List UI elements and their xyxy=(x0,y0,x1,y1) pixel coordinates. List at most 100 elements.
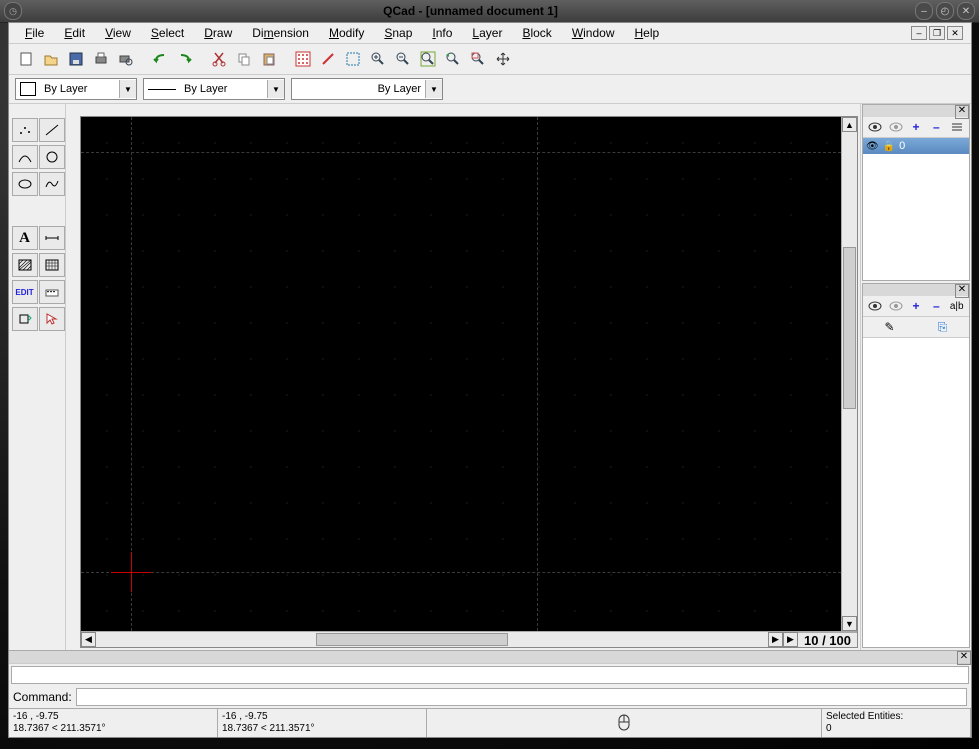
tool-block-create[interactable] xyxy=(12,307,38,331)
tool-circles[interactable] xyxy=(39,145,65,169)
layer-panel: ✕ + – 👁 🔒 0 xyxy=(862,104,970,281)
menu-view[interactable]: View xyxy=(97,24,139,42)
layer-remove-button[interactable]: – xyxy=(929,120,944,135)
redo-button[interactable] xyxy=(174,48,196,70)
block-remove-button[interactable]: – xyxy=(929,299,944,314)
tool-lines[interactable] xyxy=(39,118,65,142)
menu-help[interactable]: Help xyxy=(627,24,668,42)
block-insert-button[interactable]: ⎘ xyxy=(935,320,950,335)
status-rel-coords: -16 , -9.75 18.7367 < 211.3571° xyxy=(218,709,427,737)
drawing-canvas[interactable] xyxy=(81,117,841,631)
linetype-combo-label: By Layer xyxy=(292,83,425,95)
layer-edit-button[interactable] xyxy=(949,120,964,135)
menu-select[interactable]: Select xyxy=(143,24,192,42)
linetype-combo[interactable]: By Layer ▼ xyxy=(291,78,443,100)
scroll-left-button[interactable]: ◀ xyxy=(81,632,96,647)
minimize-button[interactable]: – xyxy=(915,2,933,20)
print-preview-button[interactable] xyxy=(115,48,137,70)
zoom-in-button[interactable] xyxy=(367,48,389,70)
layer-show-all-button[interactable] xyxy=(868,120,883,135)
grid-line xyxy=(131,117,132,631)
block-hide-all-button[interactable] xyxy=(888,299,903,314)
system-menu-icon[interactable]: ◷ xyxy=(4,2,22,20)
scroll-down-button[interactable]: ▼ xyxy=(842,616,857,631)
color-combo-label: By Layer xyxy=(40,83,119,95)
tool-points[interactable] xyxy=(12,118,38,142)
menu-layer[interactable]: Layer xyxy=(464,24,510,42)
color-combo[interactable]: By Layer ▼ xyxy=(15,78,137,100)
menu-edit[interactable]: Edit xyxy=(56,24,93,42)
menu-snap[interactable]: Snap xyxy=(376,24,420,42)
horizontal-scrollbar[interactable]: ◀ ▶ ▶ xyxy=(81,632,798,647)
open-button[interactable] xyxy=(40,48,62,70)
status-mouse-hint xyxy=(427,709,822,737)
grid-line xyxy=(81,152,841,153)
draft-mode-button[interactable] xyxy=(317,48,339,70)
scroll-thumb[interactable] xyxy=(316,633,508,646)
menu-file[interactable]: File xyxy=(17,24,52,42)
color-swatch-icon xyxy=(20,82,36,96)
eye-icon[interactable]: 👁 xyxy=(866,141,879,152)
linewidth-combo[interactable]: By Layer ▼ xyxy=(143,78,285,100)
layer-row[interactable]: 👁 🔒 0 xyxy=(863,138,969,154)
menu-dimension[interactable]: Dimension xyxy=(244,24,317,42)
scroll-up-button[interactable]: ▲ xyxy=(842,117,857,132)
save-button[interactable] xyxy=(65,48,87,70)
tool-info[interactable] xyxy=(39,280,65,304)
tool-raster-image[interactable] xyxy=(39,253,65,277)
undo-button[interactable] xyxy=(149,48,171,70)
grid-dots xyxy=(81,117,841,631)
mdi-restore-button[interactable]: ❐ xyxy=(929,26,945,40)
menu-draw[interactable]: Draw xyxy=(196,24,240,42)
zoom-auto-button[interactable] xyxy=(417,48,439,70)
scroll-thumb[interactable] xyxy=(843,247,856,409)
new-button[interactable] xyxy=(15,48,37,70)
layer-list[interactable]: 👁 🔒 0 xyxy=(863,138,969,280)
block-rename-button[interactable]: a|b xyxy=(949,299,964,314)
tool-hatch[interactable] xyxy=(12,253,38,277)
zoom-redraw-button[interactable] xyxy=(342,48,364,70)
menu-modify[interactable]: Modify xyxy=(321,24,372,42)
tool-ellipses[interactable] xyxy=(12,172,38,196)
paste-button[interactable] xyxy=(258,48,280,70)
close-button[interactable]: ✕ xyxy=(957,2,975,20)
layer-add-button[interactable]: + xyxy=(908,120,923,135)
lock-icon[interactable]: 🔒 xyxy=(883,141,895,152)
cad-toolbox: A EDIT xyxy=(9,104,66,650)
zoom-window-button[interactable] xyxy=(467,48,489,70)
block-add-button[interactable]: + xyxy=(908,299,923,314)
copy-button[interactable] xyxy=(233,48,255,70)
block-edit-button[interactable]: ✎ xyxy=(882,320,897,335)
command-history[interactable] xyxy=(11,666,969,684)
layer-hide-all-button[interactable] xyxy=(888,120,903,135)
tool-arcs[interactable] xyxy=(12,145,38,169)
mdi-close-button[interactable]: ✕ xyxy=(947,26,963,40)
block-show-all-button[interactable] xyxy=(868,299,883,314)
scroll-right-button[interactable]: ▶ xyxy=(783,632,798,647)
panel-close-button[interactable]: ✕ xyxy=(957,651,971,665)
scroll-right-button[interactable]: ▶ xyxy=(768,632,783,647)
tool-dimensions[interactable] xyxy=(39,226,65,250)
vertical-scrollbar[interactable]: ▲ ▼ xyxy=(841,117,857,631)
menu-block[interactable]: Block xyxy=(514,24,559,42)
main-toolbar xyxy=(9,44,971,75)
linewidth-combo-label: By Layer xyxy=(180,83,267,95)
command-panel: ✕ Command: xyxy=(9,650,971,708)
tool-text[interactable]: A xyxy=(12,226,38,250)
tool-modify[interactable]: EDIT xyxy=(12,280,38,304)
menu-window[interactable]: Window xyxy=(564,24,623,42)
zoom-out-button[interactable] xyxy=(392,48,414,70)
cut-button[interactable] xyxy=(208,48,230,70)
block-list[interactable] xyxy=(863,338,969,647)
maximize-button[interactable]: ◴ xyxy=(936,2,954,20)
tool-splines[interactable] xyxy=(39,172,65,196)
mdi-minimize-button[interactable]: – xyxy=(911,26,927,40)
tool-select[interactable] xyxy=(39,307,65,331)
grid-toggle-button[interactable] xyxy=(292,48,314,70)
print-button[interactable] xyxy=(90,48,112,70)
zoom-pan-button[interactable] xyxy=(492,48,514,70)
block-panel: ✕ + – a|b ✎ ⎘ xyxy=(862,283,970,648)
menu-info[interactable]: Info xyxy=(424,24,460,42)
command-input[interactable] xyxy=(76,688,967,706)
zoom-previous-button[interactable] xyxy=(442,48,464,70)
